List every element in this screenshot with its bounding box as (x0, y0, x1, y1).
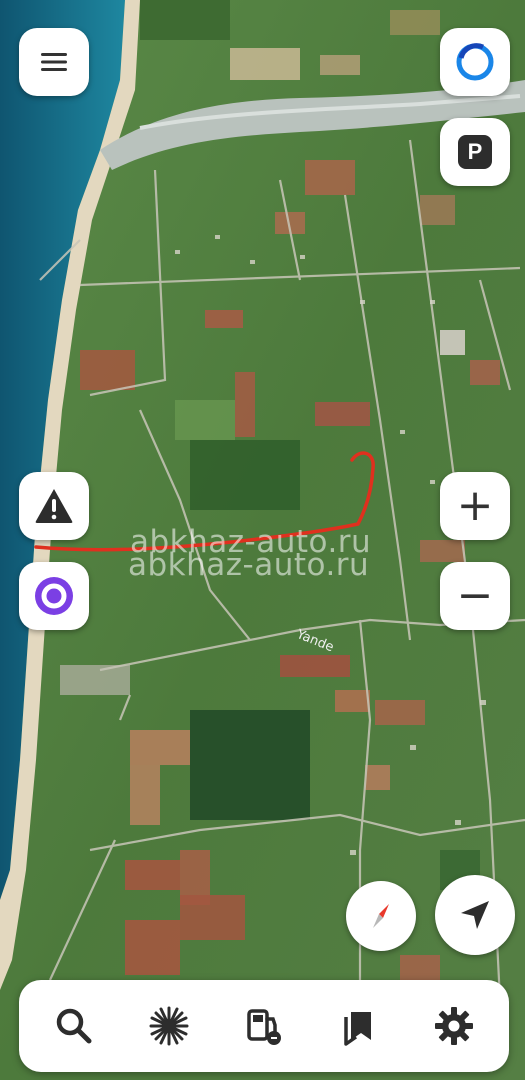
alice-assistant-button[interactable] (19, 562, 89, 630)
assistant-button-top[interactable] (440, 28, 510, 96)
search-button[interactable] (46, 998, 102, 1054)
alice-assistant-icon (35, 577, 73, 615)
fuel-pump-icon (247, 1009, 281, 1045)
zoom-out-button[interactable]: − (440, 562, 510, 630)
settings-button[interactable] (426, 998, 482, 1054)
parking-icon: P (458, 135, 492, 169)
bookmarks-icon (344, 1012, 371, 1046)
my-location-button[interactable] (435, 875, 515, 955)
compass-button[interactable] (346, 881, 416, 951)
road-alert-icon (35, 489, 73, 523)
discovery-button[interactable] (141, 998, 197, 1054)
compass-icon (373, 904, 389, 928)
fuel-button[interactable] (236, 998, 292, 1054)
zoom-out-label: − (456, 570, 494, 621)
bottom-toolbar (19, 980, 509, 1072)
parking-letter: P (467, 139, 483, 164)
zoom-in-label: + (456, 480, 494, 531)
search-icon (56, 1008, 92, 1044)
sparkle-icon (149, 1006, 189, 1046)
road-alert-button[interactable] (19, 472, 89, 540)
bookmarks-button[interactable] (331, 998, 387, 1054)
menu-button[interactable] (19, 28, 89, 96)
gear-icon (435, 1007, 473, 1045)
navigation-arrow-icon (461, 901, 489, 929)
alice-circle-icon (456, 43, 494, 81)
watermark-text-shadow: abkhaz-auto.ru (128, 547, 370, 583)
menu-icon (41, 53, 67, 71)
parking-button[interactable]: P (440, 118, 510, 186)
zoom-in-button[interactable]: + (440, 472, 510, 540)
